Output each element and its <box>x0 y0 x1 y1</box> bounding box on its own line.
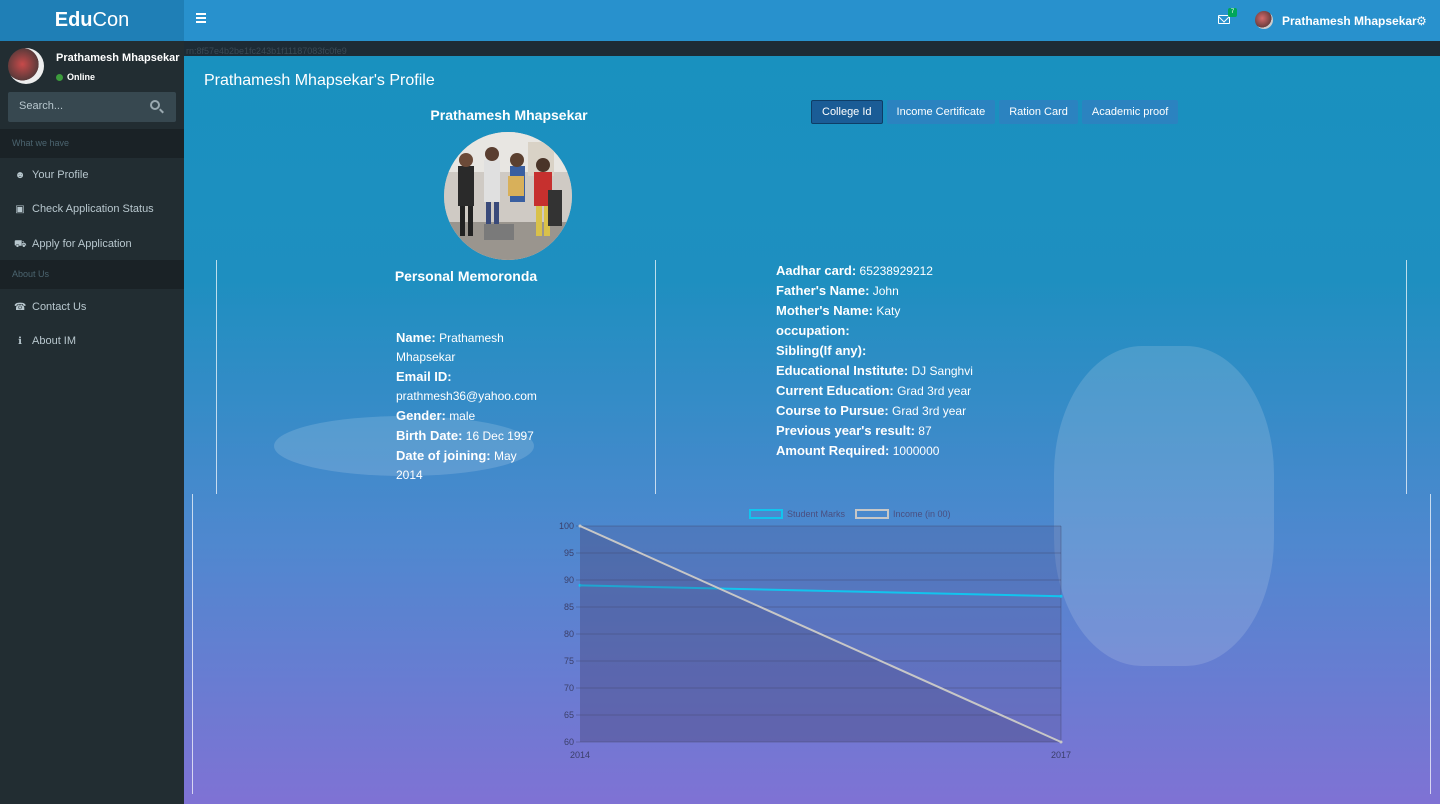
header-user-name[interactable]: Prathamesh Mhapsekar <box>1282 14 1417 28</box>
info-row-father: Father's Name: John <box>776 283 899 298</box>
sidebar-item-your-profile[interactable]: ☻ Your Profile <box>0 158 184 192</box>
divider-left <box>216 260 217 494</box>
document-tabs: College Id Income Certificate Ration Car… <box>811 100 1179 124</box>
sidebar-item-apply[interactable]: ⛟ Apply for Application <box>0 227 184 261</box>
sidebar-item-about[interactable]: ℹ About IM <box>0 324 184 358</box>
info-row-birth-date: Birth Date: 16 Dec 1997 <box>396 428 534 443</box>
status-dot-icon <box>56 74 63 81</box>
chart-y-tick-label: 100 <box>559 521 574 531</box>
sidebar-item-label: Your Profile <box>32 169 89 181</box>
chart-legend-label: Income (in 00) <box>893 509 951 519</box>
sidebar-user-panel: Prathamesh Mhapsekar Online <box>0 41 184 91</box>
notification-badge: 7 <box>1228 8 1237 17</box>
status-online: Online <box>56 72 95 82</box>
sidebar-item-label: About IM <box>32 335 77 347</box>
chart-y-tick-label: 95 <box>564 548 574 558</box>
chart-data-point <box>578 524 582 528</box>
search-placeholder: Search... <box>19 100 64 112</box>
personal-info-right: Aadhar card: 65238929212 Father's Name: … <box>776 261 1036 461</box>
info-row-joining-date: Date of joining: May 2014 <box>396 448 517 482</box>
sidebar-item-label: Check Application Status <box>32 203 154 215</box>
profile-name: Prathamesh Mhapsekar <box>430 107 588 123</box>
chart-y-tick-label: 60 <box>564 737 574 747</box>
tab-college-id[interactable]: College Id <box>811 100 883 124</box>
sidebar-item-contact[interactable]: ☎ Contact Us <box>0 290 184 324</box>
info-row-previous-result: Previous year's result: 87 <box>776 423 932 438</box>
line-chart: 60 65 70 75 80 85 90 95 100 2014 2017 Student Marks… <box>559 509 1071 760</box>
sidebar-section-header: What we have <box>0 129 184 158</box>
page-title: Prathamesh Mhapsekar's Profile <box>204 72 435 89</box>
background-blob <box>1054 346 1274 666</box>
chart-y-tick-label: 70 <box>564 683 574 693</box>
chart-data-point <box>1059 594 1063 598</box>
calendar-icon: ▣ <box>15 204 25 215</box>
chart-y-tick-label: 65 <box>564 710 574 720</box>
search-icon[interactable] <box>150 100 160 110</box>
divider-chart-right <box>1430 494 1431 794</box>
info-row-course: Course to Pursue: Grad 3rd year <box>776 403 967 418</box>
sidebar-user-name: Prathamesh Mhapsekar <box>56 52 180 64</box>
tab-income-certificate[interactable]: Income Certificate <box>886 100 996 124</box>
top-navbar: 7 Prathamesh Mhapsekar ⚙ <box>184 0 1440 41</box>
chart-x-tick-label: 2017 <box>1051 750 1071 760</box>
settings-gears-icon[interactable]: ⚙ <box>1416 14 1427 28</box>
sidebar-toggle-icon[interactable] <box>196 13 206 23</box>
divider-chart-left <box>192 494 193 794</box>
search-input[interactable]: Search... <box>8 92 176 122</box>
url-strip: rn:8f57e4b2be1fc243b1f11187083fc0fe9 <box>184 41 1440 56</box>
tab-academic-proof[interactable]: Academic proof <box>1081 100 1179 124</box>
info-row-mother: Mother's Name: Katy <box>776 303 901 318</box>
chart-legend-label: Student Marks <box>787 509 846 519</box>
profile-photo-image <box>444 132 572 260</box>
info-row-name: Name: Prathamesh Mhapsekar <box>396 330 504 364</box>
cart-icon: ⛟ <box>14 239 27 250</box>
sidebar-item-label: Apply for Application <box>32 238 132 250</box>
app-logo[interactable]: EduCon <box>55 9 129 32</box>
chart-y-tick-label: 85 <box>564 602 574 612</box>
header-avatar[interactable] <box>1255 11 1273 29</box>
phone-icon: ☎ <box>14 302 27 313</box>
marks-income-chart: 60 65 70 75 80 85 90 95 100 2014 2017 Student Marks… <box>544 501 1084 766</box>
chart-x-tick-label: 2014 <box>570 750 590 760</box>
info-row-sibling: Sibling(If any): <box>776 343 867 358</box>
logo-bar[interactable]: EduCon <box>0 0 184 41</box>
sidebar-item-label: Contact Us <box>32 301 87 313</box>
info-row-occupation: occupation: <box>776 323 850 338</box>
memo-title: Personal Memoronda <box>394 268 538 284</box>
chart-legend-swatch <box>749 509 783 519</box>
info-row-email: Email ID: prathmesh36@yahoo.com <box>396 369 537 403</box>
info-row-gender: Gender: male <box>396 408 476 423</box>
sidebar-section-header: About Us <box>0 260 184 289</box>
chart-legend-swatch <box>855 509 889 519</box>
personal-info-left: Name: Prathamesh Mhapsekar Email ID: pra… <box>396 328 546 485</box>
avatar <box>8 48 44 84</box>
info-row-institute: Educational Institute: DJ Sanghvi <box>776 363 973 378</box>
info-icon: ℹ <box>18 336 22 347</box>
tab-ration-card[interactable]: Ration Card <box>999 100 1078 124</box>
info-row-amount: Amount Required: 1000000 <box>776 443 940 458</box>
sidebar-item-check-status[interactable]: ▣ Check Application Status <box>0 192 184 226</box>
profile-photo <box>444 132 572 260</box>
chart-y-tick-label: 80 <box>564 629 574 639</box>
chart-y-tick-label: 75 <box>564 656 574 666</box>
main-content: Prathamesh Mhapsekar's Profile College I… <box>184 56 1440 804</box>
info-row-current-education: Current Education: Grad 3rd year <box>776 383 972 398</box>
chart-data-point <box>1059 740 1063 744</box>
info-row-aadhar: Aadhar card: 65238929212 <box>776 263 933 278</box>
user-icon: ☻ <box>14 170 26 181</box>
divider-middle <box>655 260 656 494</box>
chart-y-tick-label: 90 <box>564 575 574 585</box>
divider-right <box>1406 260 1407 494</box>
